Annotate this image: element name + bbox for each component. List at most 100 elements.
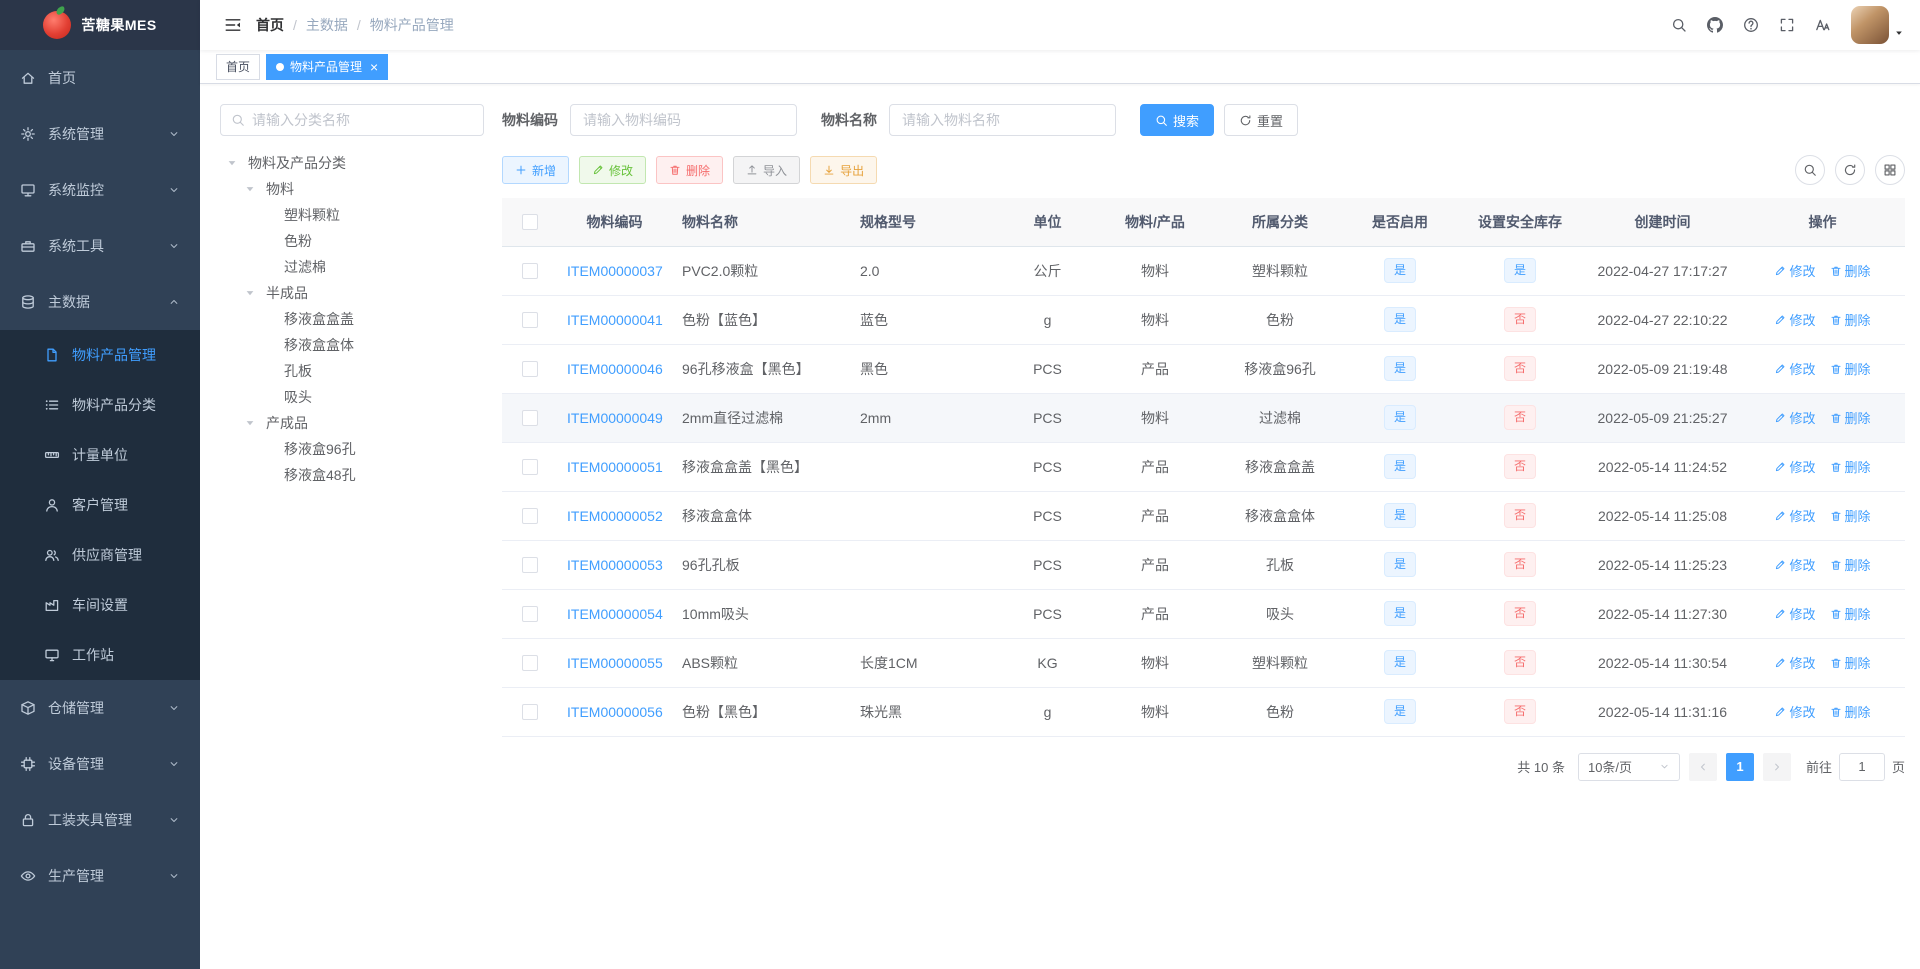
edit-link[interactable]: 修改 [1774, 604, 1816, 623]
item-code-link[interactable]: ITEM00000046 [567, 361, 663, 377]
edit-link[interactable]: 修改 [1774, 555, 1816, 574]
page-size-select[interactable]: 10条/页 [1577, 752, 1680, 781]
sidebar-subitem-4[interactable]: 供应商管理 [0, 530, 200, 580]
tree-node-4[interactable]: 过滤棉 [220, 254, 484, 280]
delete-link[interactable]: 删除 [1830, 702, 1871, 721]
item-code-link[interactable]: ITEM00000051 [567, 459, 663, 475]
delete-link[interactable]: 删除 [1830, 310, 1871, 329]
user-menu[interactable] [1851, 6, 1904, 44]
item-code-link[interactable]: ITEM00000054 [567, 606, 663, 622]
tree-node-2[interactable]: 塑料颗粒 [220, 202, 484, 228]
font-size-icon[interactable] [1805, 5, 1841, 45]
search-icon[interactable] [1661, 5, 1697, 45]
refresh-button[interactable] [1835, 155, 1865, 185]
item-code-link[interactable]: ITEM00000037 [567, 263, 663, 279]
breadcrumb-item-0[interactable]: 首页 [256, 15, 284, 35]
sidebar-subitem-5[interactable]: 车间设置 [0, 580, 200, 630]
tree-node-12[interactable]: 移液盒48孔 [220, 462, 484, 488]
row-checkbox[interactable] [521, 655, 538, 672]
edit-link[interactable]: 修改 [1774, 359, 1816, 378]
row-checkbox[interactable] [521, 557, 538, 574]
next-page-button[interactable] [1762, 752, 1791, 781]
export-button[interactable]: 导出 [810, 156, 878, 184]
search-button[interactable]: 搜索 [1140, 104, 1215, 136]
prev-page-button[interactable] [1688, 752, 1717, 781]
goto-page-input[interactable] [1838, 752, 1885, 781]
toggle-search-button[interactable] [1795, 155, 1825, 185]
sidebar-subitem-0[interactable]: 物料产品管理 [0, 330, 200, 380]
delete-link[interactable]: 删除 [1830, 457, 1871, 476]
delete-link[interactable]: 删除 [1830, 653, 1871, 672]
sidebar-subitem-1[interactable]: 物料产品分类 [0, 380, 200, 430]
filter-name-input[interactable] [889, 104, 1116, 136]
tree-node-6[interactable]: 移液盒盒盖 [220, 306, 484, 332]
item-code-link[interactable]: ITEM00000049 [567, 410, 663, 426]
sidebar-item-6[interactable]: 设备管理 [0, 736, 200, 792]
edit-link[interactable]: 修改 [1774, 310, 1816, 329]
help-icon[interactable] [1733, 5, 1769, 45]
close-icon[interactable]: × [370, 60, 378, 74]
item-code-link[interactable]: ITEM00000052 [567, 508, 663, 524]
edit-link[interactable]: 修改 [1774, 506, 1816, 525]
edit-link[interactable]: 修改 [1774, 261, 1816, 280]
row-checkbox[interactable] [521, 263, 538, 280]
edit-link[interactable]: 修改 [1774, 457, 1816, 476]
sidebar-subitem-3[interactable]: 客户管理 [0, 480, 200, 530]
filter-code-input[interactable] [570, 104, 797, 136]
edit-link[interactable]: 修改 [1774, 702, 1816, 721]
delete-link[interactable]: 删除 [1830, 555, 1871, 574]
sidebar-item-4[interactable]: 主数据 [0, 274, 200, 330]
select-all-checkbox[interactable] [521, 214, 538, 231]
sidebar-item-1[interactable]: 系统管理 [0, 106, 200, 162]
tree-node-3[interactable]: 色粉 [220, 228, 484, 254]
sidebar-item-3[interactable]: 系统工具 [0, 218, 200, 274]
edit-link[interactable]: 修改 [1774, 653, 1816, 672]
import-button[interactable]: 导入 [733, 156, 801, 184]
delete-link[interactable]: 删除 [1830, 604, 1871, 623]
delete-link[interactable]: 删除 [1830, 506, 1871, 525]
caret-down-icon[interactable] [244, 285, 266, 301]
avatar[interactable] [1851, 6, 1889, 44]
hamburger-icon[interactable] [216, 5, 250, 45]
tree-node-8[interactable]: 孔板 [220, 358, 484, 384]
row-checkbox[interactable] [521, 459, 538, 476]
tab-0[interactable]: 首页 [216, 53, 261, 80]
category-search-input[interactable] [252, 112, 473, 128]
sidebar-item-7[interactable]: 工装夹具管理 [0, 792, 200, 848]
tree-node-1[interactable]: 物料 [220, 176, 484, 202]
item-code-link[interactable]: ITEM00000053 [567, 557, 663, 573]
sidebar-item-2[interactable]: 系统监控 [0, 162, 200, 218]
item-code-link[interactable]: ITEM00000056 [567, 704, 663, 720]
page-number-1[interactable]: 1 [1725, 752, 1754, 781]
tree-node-7[interactable]: 移液盒盒体 [220, 332, 484, 358]
app-logo[interactable]: 苦糖果MES [0, 0, 200, 50]
row-checkbox[interactable] [521, 606, 538, 623]
row-checkbox[interactable] [521, 704, 538, 721]
delete-link[interactable]: 删除 [1830, 261, 1871, 280]
fullscreen-icon[interactable] [1769, 5, 1805, 45]
edit-button[interactable]: 修改 [579, 156, 647, 184]
sidebar-item-0[interactable]: 首页 [0, 50, 200, 106]
sidebar-item-8[interactable]: 生产管理 [0, 848, 200, 904]
tree-node-10[interactable]: 产成品 [220, 410, 484, 436]
add-button[interactable]: 新增 [502, 156, 570, 184]
caret-down-icon[interactable] [226, 155, 248, 171]
github-icon[interactable] [1697, 5, 1733, 45]
reset-button[interactable]: 重置 [1224, 104, 1299, 136]
row-checkbox[interactable] [521, 508, 538, 525]
tree-node-9[interactable]: 吸头 [220, 384, 484, 410]
tab-1[interactable]: 物料产品管理 × [266, 53, 389, 80]
sidebar-item-5[interactable]: 仓储管理 [0, 680, 200, 736]
sidebar-subitem-2[interactable]: 计量单位 [0, 430, 200, 480]
tree-node-0[interactable]: 物料及产品分类 [220, 150, 484, 176]
tree-node-5[interactable]: 半成品 [220, 280, 484, 306]
row-checkbox[interactable] [521, 410, 538, 427]
caret-down-icon[interactable] [244, 181, 266, 197]
edit-link[interactable]: 修改 [1774, 408, 1816, 427]
row-checkbox[interactable] [521, 312, 538, 329]
tree-node-11[interactable]: 移液盒96孔 [220, 436, 484, 462]
delete-link[interactable]: 删除 [1830, 359, 1871, 378]
column-settings-button[interactable] [1875, 155, 1905, 185]
caret-down-icon[interactable] [244, 415, 266, 431]
sidebar-subitem-6[interactable]: 工作站 [0, 630, 200, 680]
